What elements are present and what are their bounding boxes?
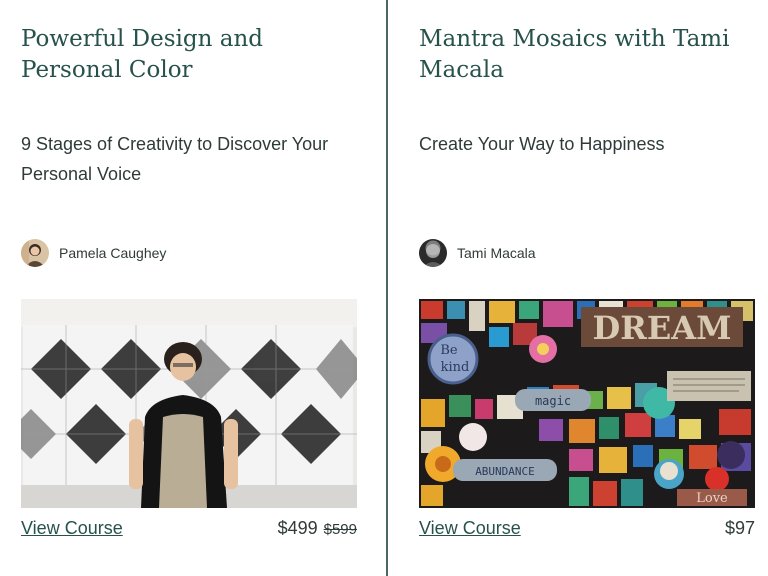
course-thumbnail[interactable]: DREAM Be kind magic ABUNDANCE Love bbox=[419, 299, 755, 508]
course-title[interactable]: Powerful Design and Personal Color bbox=[21, 24, 357, 86]
mosaic-word-kind: kind bbox=[441, 360, 470, 375]
view-course-link[interactable]: View Course bbox=[21, 518, 123, 539]
author-name: Tami Macala bbox=[457, 245, 536, 261]
author-avatar bbox=[21, 239, 49, 267]
course-subtitle: 9 Stages of Creativity to Discover Your … bbox=[21, 134, 329, 184]
course-title[interactable]: Mantra Mosaics with Tami Macala bbox=[419, 24, 755, 86]
view-course-link[interactable]: View Course bbox=[419, 518, 521, 539]
author-avatar bbox=[419, 239, 447, 267]
course-card-mantra-mosaics: Mantra Mosaics with Tami Macala Create Y… bbox=[419, 0, 755, 576]
original-price: $599 bbox=[323, 520, 357, 538]
current-price: $97 bbox=[724, 517, 755, 538]
mosaic-word-abundance: ABUNDANCE bbox=[475, 465, 535, 478]
course-grid: Powerful Design and Personal Color 9 Sta… bbox=[0, 0, 768, 576]
course-card-powerful-design: Powerful Design and Personal Color 9 Sta… bbox=[21, 0, 357, 576]
course-thumbnail[interactable] bbox=[21, 299, 357, 508]
author-row: Tami Macala bbox=[419, 239, 536, 267]
author-name: Pamela Caughey bbox=[59, 245, 167, 261]
current-price: $499 bbox=[277, 517, 318, 538]
course-footer: View Course $97 bbox=[419, 514, 755, 542]
price-group: $499 $599 bbox=[278, 518, 357, 539]
price-group: $97 bbox=[725, 518, 755, 539]
course-footer: View Course $499 $599 bbox=[21, 514, 357, 542]
column-divider bbox=[386, 0, 388, 576]
mosaic-word-love: Love bbox=[696, 491, 728, 506]
mosaic-word-be: Be bbox=[440, 343, 458, 358]
author-row: Pamela Caughey bbox=[21, 239, 166, 267]
course-subtitle: Create Your Way to Happiness bbox=[419, 134, 665, 154]
mosaic-word-magic: magic bbox=[535, 394, 571, 408]
mosaic-word-dream: DREAM bbox=[593, 309, 732, 347]
